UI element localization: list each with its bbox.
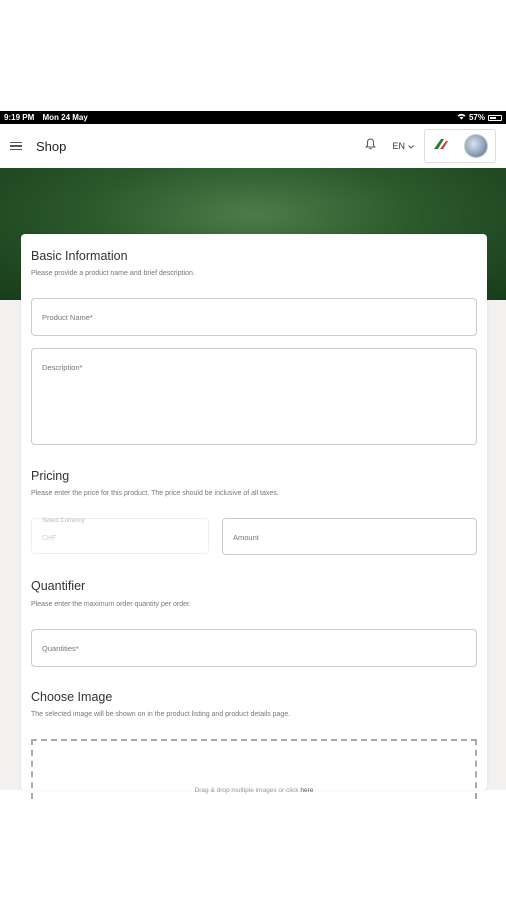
pricing-description: Please enter the price for this product.… — [31, 490, 279, 497]
page-title: Shop — [36, 138, 67, 154]
basic-info-description: Please provide a product name and brief … — [31, 270, 195, 277]
battery-percent: 57% — [468, 113, 485, 122]
basic-info-title: Basic Information — [31, 249, 128, 263]
quantifier-title: Quantifier — [31, 579, 86, 593]
amount-label: Amount — [233, 533, 259, 542]
quantities-label: Quantities* — [42, 644, 79, 653]
product-form-card: Basic Information Please provide a produ… — [21, 234, 487, 799]
drop-instructions: Drag & drop multiple images or click — [194, 787, 301, 794]
menu-icon[interactable] — [10, 141, 22, 151]
currency-label: Select Currency — [42, 518, 85, 524]
profile-switcher[interactable] — [424, 129, 496, 163]
bottom-area — [0, 790, 506, 900]
chevron-down-icon — [408, 141, 414, 151]
status-date: Mon 24 May — [42, 113, 88, 122]
currency-select[interactable]: Select Currency CHF — [31, 518, 209, 554]
product-name-label: Product Name* — [42, 313, 93, 322]
wifi-icon — [457, 113, 466, 122]
description-field[interactable]: Description* — [31, 348, 477, 445]
quantifier-description: Please enter the maximum order quantity … — [31, 601, 191, 608]
browse-link[interactable]: here — [300, 787, 313, 794]
image-dropzone[interactable]: Drag & drop multiple images or click her… — [31, 739, 477, 799]
language-selector[interactable]: EN — [392, 141, 414, 151]
quantities-field[interactable]: Quantities* — [31, 629, 477, 667]
product-name-field[interactable]: Product Name* — [31, 298, 477, 336]
amount-field[interactable]: Amount — [222, 518, 477, 555]
dropzone-text: Drag & drop multiple images or click her… — [33, 787, 475, 794]
choose-image-description: The selected image will be shown on in t… — [31, 711, 291, 718]
battery-icon — [488, 114, 502, 121]
status-time: 9:19 PM — [4, 113, 35, 122]
app-header: Shop EN — [0, 124, 506, 168]
currency-value: CHF — [42, 535, 57, 542]
bell-icon[interactable] — [365, 137, 377, 155]
language-label: EN — [392, 141, 405, 151]
status-bar: 9:19 PM Mon 24 May 57% — [0, 111, 506, 124]
pricing-title: Pricing — [31, 469, 70, 483]
avatar[interactable] — [464, 134, 488, 158]
choose-image-title: Choose Image — [31, 690, 113, 704]
brand-logo — [432, 137, 450, 156]
description-label: Description* — [42, 363, 83, 372]
